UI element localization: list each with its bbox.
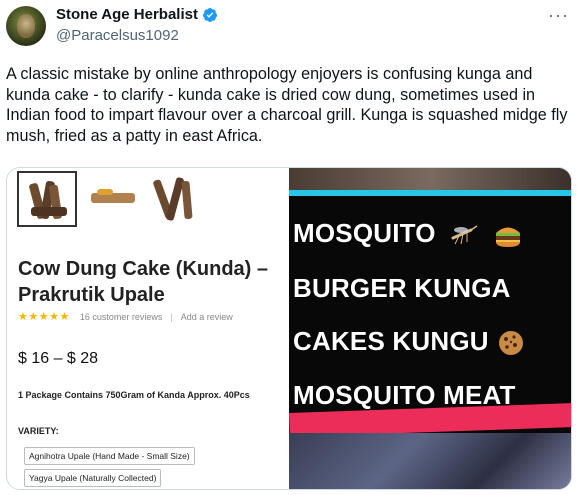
- tweet-media[interactable]: Cow Dung Cake (Kunda) – Prakrutik Upale …: [6, 167, 572, 490]
- more-options-icon[interactable]: ···: [548, 5, 569, 26]
- product-title: Cow Dung Cake (Kunda) – Prakrutik Upale: [18, 258, 269, 306]
- overlay-line-2: BURGER KUNGA: [293, 273, 511, 303]
- product-thumb-3[interactable]: [147, 171, 207, 227]
- cyan-bar: [289, 190, 571, 196]
- product-thumb-1[interactable]: [17, 171, 77, 227]
- add-review-link[interactable]: Add a review: [181, 312, 233, 322]
- overlay-line-1: MOSQUITO: [293, 218, 523, 249]
- product-screenshot[interactable]: Cow Dung Cake (Kunda) – Prakrutik Upale …: [7, 168, 289, 489]
- overlay-image[interactable]: MOSQUITO BURGER KUNGA CAKES KUNGU MOSQUI…: [289, 168, 571, 489]
- burger-icon: [495, 227, 520, 248]
- author-handle[interactable]: @Paracelsus1092: [56, 27, 179, 44]
- display-name[interactable]: Stone Age Herbalist: [56, 6, 198, 23]
- verified-badge-icon: [202, 7, 217, 22]
- overlay-line-3: CAKES KUNGU: [293, 326, 524, 357]
- review-count[interactable]: 16 customer reviews: [80, 312, 163, 322]
- photo-strip-bottom: [289, 433, 571, 489]
- tweet-text: A classic mistake by online anthropology…: [6, 65, 568, 145]
- variety-option[interactable]: Agnihotra Upale (Hand Made - Small Size): [24, 447, 195, 465]
- rating-row: ★★★★★ 16 customer reviews | Add a review: [18, 311, 233, 323]
- photo-strip-top: [289, 168, 571, 190]
- cookie-icon: [499, 331, 524, 356]
- mosquito-icon: [451, 225, 478, 245]
- author-name-row: Stone Age Herbalist: [56, 6, 218, 23]
- variety-option[interactable]: Yagya Upale (Naturally Collected): [24, 469, 162, 487]
- package-info: 1 Package Contains 750Gram of Kanda Appr…: [18, 390, 250, 400]
- avatar[interactable]: [6, 6, 46, 46]
- rating-stars-icon: ★★★★★: [18, 311, 70, 323]
- product-price: $ 16 – $ 28: [18, 350, 99, 367]
- product-thumb-2[interactable]: [83, 171, 143, 227]
- variety-label: VARIETY:: [18, 426, 59, 436]
